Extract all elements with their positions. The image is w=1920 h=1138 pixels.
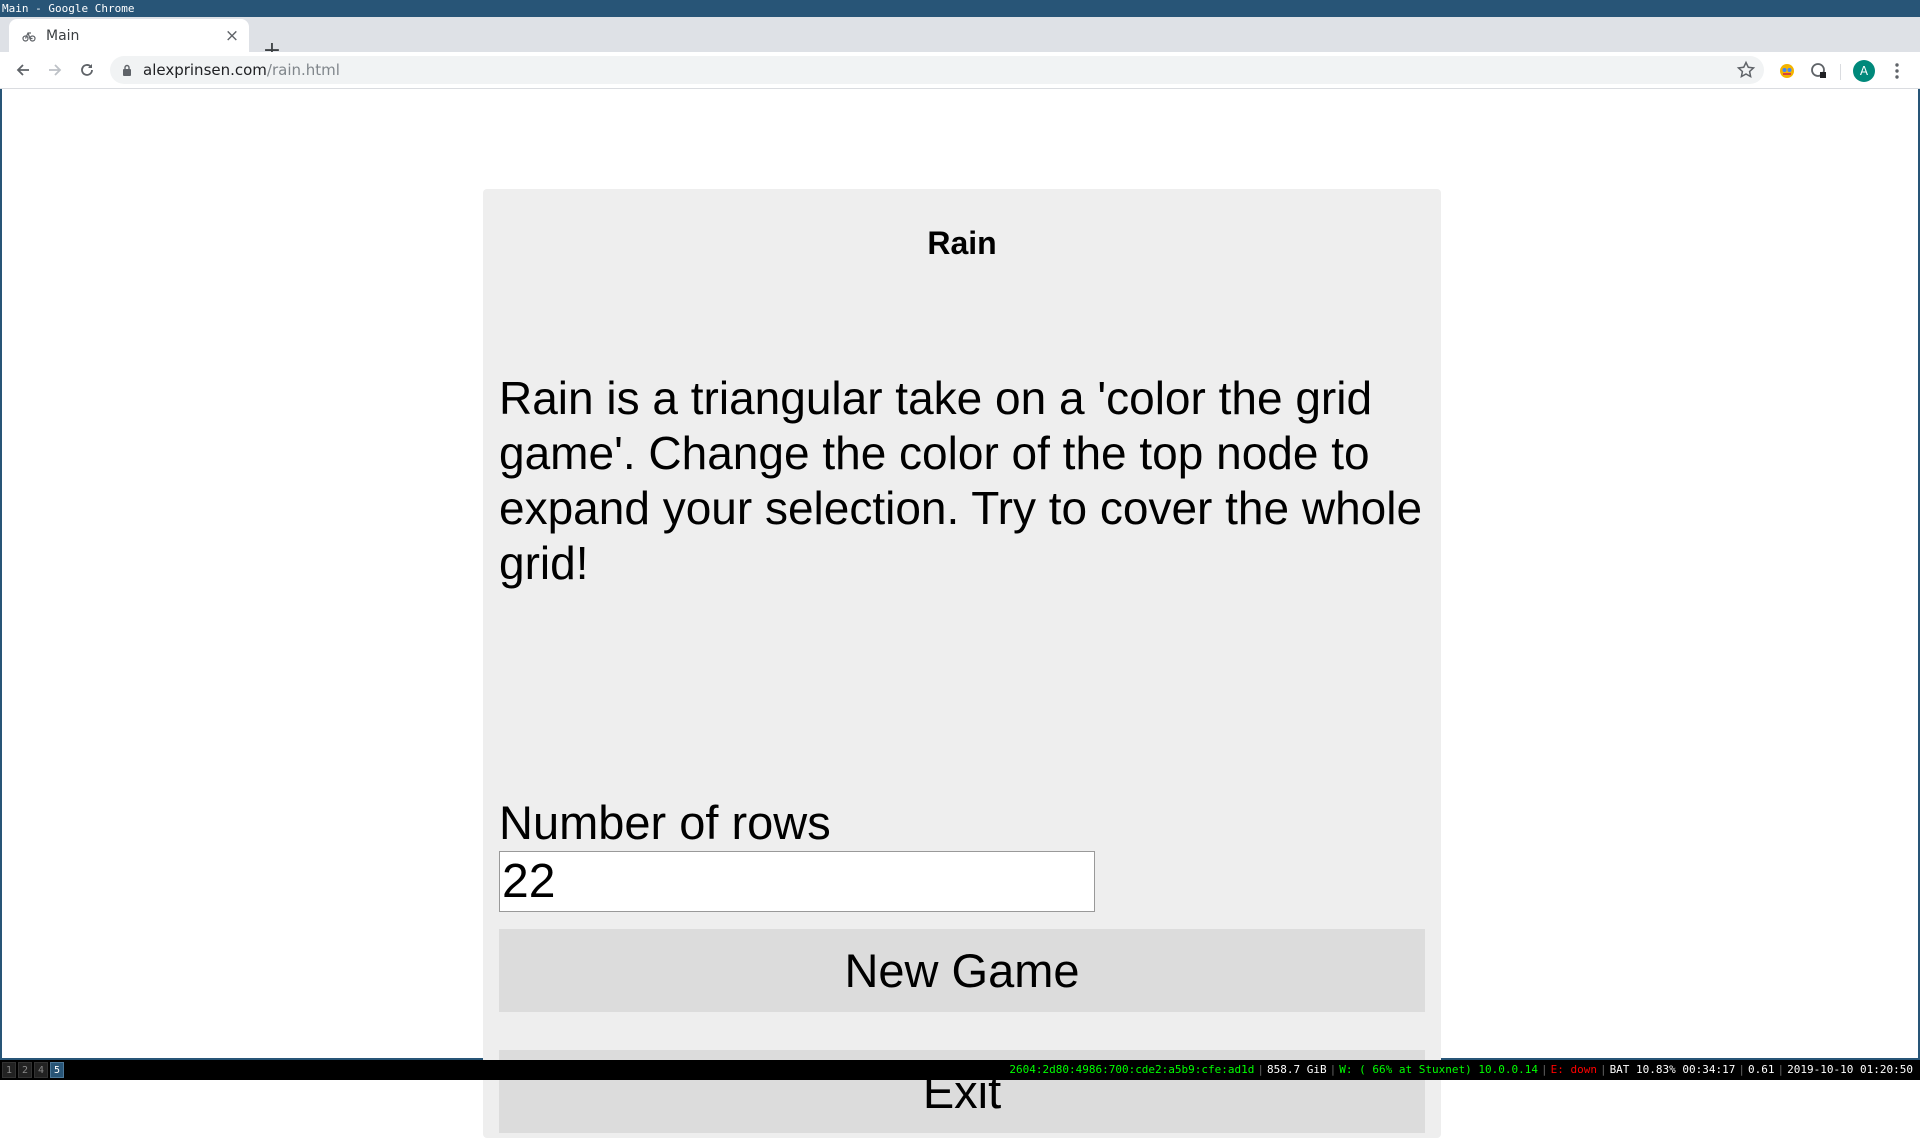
status-ipv6: 2604:2d80:4986:700:cde2:a5b9:cfe:ad1d	[1009, 1063, 1255, 1076]
game-title: Rain	[927, 225, 997, 261]
privacy-extension-icon[interactable]	[1808, 60, 1830, 82]
status-datetime: 2019-10-10 01:20:50	[1787, 1063, 1913, 1076]
page-viewport: Rain Rain is a triangular take on a 'col…	[0, 89, 1920, 1138]
toolbar-divider	[1840, 64, 1841, 80]
workspace-5[interactable]: 5	[50, 1062, 64, 1078]
workspace-4[interactable]: 4	[34, 1062, 48, 1078]
game-description: Rain is a triangular take on a 'color th…	[499, 372, 1423, 589]
window-title: Main - Google Chrome	[0, 0, 1920, 17]
workspace-2[interactable]: 2	[18, 1062, 32, 1078]
url-text[interactable]: alexprinsen.com/rain.html	[143, 56, 340, 84]
address-bar[interactable]: alexprinsen.com/rain.html	[110, 56, 1764, 84]
extension-icon[interactable]	[1776, 60, 1798, 82]
status-wifi: W: ( 66% at Stuxnet) 10.0.0.14	[1339, 1063, 1538, 1076]
tab-main[interactable]: Main ×	[9, 19, 249, 52]
bicycle-icon	[22, 32, 36, 42]
game-panel: Rain Rain is a triangular take on a 'col…	[483, 189, 1441, 1138]
browser-toolbar: alexprinsen.com/rain.html A	[0, 52, 1920, 89]
status-battery: BAT 10.83% 00:34:17	[1609, 1063, 1736, 1076]
system-status-bar: 1 2 4 5 2604:2d80:4986:700:cde2:a5b9:cfe…	[0, 1060, 1920, 1080]
rows-input[interactable]	[499, 851, 1095, 912]
lock-icon	[123, 64, 131, 76]
tab-close-icon[interactable]: ×	[223, 27, 241, 45]
forward-arrow-icon[interactable]	[43, 58, 67, 82]
tab-title: Main	[46, 28, 80, 44]
status-blocks: 2604:2d80:4986:700:cde2:a5b9:cfe:ad1d | 8…	[1006, 1060, 1916, 1080]
back-arrow-icon[interactable]	[11, 58, 35, 82]
status-ethernet: E: down	[1550, 1063, 1597, 1076]
rows-label: Number of rows	[499, 796, 831, 849]
bookmark-star-icon[interactable]	[1736, 60, 1756, 80]
status-disk: 858.7 GiB	[1267, 1063, 1327, 1076]
menu-kebab-icon[interactable]	[1888, 60, 1906, 82]
new-game-button[interactable]: New Game	[499, 929, 1425, 1012]
workspace-1[interactable]: 1	[2, 1062, 16, 1078]
tab-strip: Main × +	[0, 17, 1920, 63]
profile-avatar[interactable]: A	[1853, 60, 1875, 82]
reload-icon[interactable]	[75, 58, 99, 82]
status-load: 0.61	[1748, 1063, 1775, 1076]
